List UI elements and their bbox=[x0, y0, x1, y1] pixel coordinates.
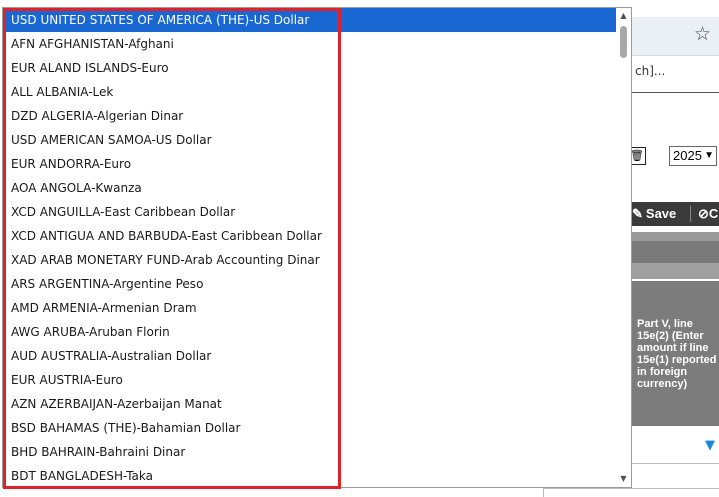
dropdown-option[interactable]: AZN AZERBAIJAN-Azerbaijan Manat bbox=[3, 392, 617, 416]
dropdown-option[interactable]: AWG ARUBA-Aruban Florin bbox=[3, 320, 617, 344]
scroll-thumb[interactable] bbox=[620, 26, 627, 58]
filter-icon[interactable]: ▼ bbox=[705, 438, 715, 453]
divider bbox=[632, 92, 719, 93]
divider bbox=[632, 463, 719, 464]
cancel-icon: ⊘ bbox=[698, 206, 709, 221]
dropdown-option[interactable]: EUR ALAND ISLANDS-Euro bbox=[3, 56, 617, 80]
dropdown-option[interactable]: AUD AUSTRALIA-Australian Dollar bbox=[3, 344, 617, 368]
table-band bbox=[632, 263, 719, 279]
dropdown-option[interactable]: XCD ANTIGUA AND BARBUDA-East Caribbean D… bbox=[3, 224, 617, 248]
dropdown-option[interactable]: XAD ARAB MONETARY FUND-Arab Accounting D… bbox=[3, 248, 617, 272]
scroll-down-arrow-icon[interactable]: ▼ bbox=[616, 472, 631, 486]
save-button[interactable]: ✎ Save bbox=[632, 202, 676, 226]
dropdown-option[interactable]: AFN AFGHANISTAN-Afghani bbox=[3, 32, 617, 56]
table-band bbox=[632, 241, 719, 263]
dropdown-option[interactable]: ALL ALBANIA-Lek bbox=[3, 80, 617, 104]
toolbar-separator bbox=[690, 206, 691, 222]
options-list: USD UNITED STATES OF AMERICA (THE)-US Do… bbox=[3, 8, 617, 487]
dropdown-option[interactable]: BSD BAHAMAS (THE)-Bahamian Dollar bbox=[3, 416, 617, 440]
chevron-down-icon: ▼ bbox=[704, 150, 714, 161]
dropdown-option-selected[interactable]: USD UNITED STATES OF AMERICA (THE)-US Do… bbox=[3, 8, 617, 32]
dropdown-option[interactable]: XCD ANGUILLA-East Caribbean Dollar bbox=[3, 200, 617, 224]
edit-icon: ✎ bbox=[632, 206, 643, 221]
scrollbar[interactable]: ▲ ▼ bbox=[616, 8, 631, 487]
scroll-up-arrow-icon[interactable]: ▲ bbox=[616, 9, 631, 23]
star-icon[interactable]: ☆ bbox=[694, 23, 711, 45]
dropdown-option[interactable]: EUR AUSTRIA-Euro bbox=[3, 368, 617, 392]
dropdown-option[interactable]: AOA ANGOLA-Kwanza bbox=[3, 176, 617, 200]
dropdown-option[interactable]: ARS ARGENTINA-Argentine Peso bbox=[3, 272, 617, 296]
dropdown-option[interactable]: BDT BANGLADESH-Taka bbox=[3, 464, 617, 487]
background-top-strip bbox=[632, 0, 719, 16]
currency-dropdown-list[interactable]: USD UNITED STATES OF AMERICA (THE)-US Do… bbox=[2, 7, 632, 488]
dropdown-option[interactable]: DZD ALGERIA-Algerian Dinar bbox=[3, 104, 617, 128]
cancel-button[interactable]: ⊘C bbox=[698, 202, 718, 226]
dropdown-option[interactable]: BHD BAHRAIN-Bahraini Dinar bbox=[3, 440, 617, 464]
browser-toolbar: ☆ bbox=[632, 17, 719, 56]
table-band bbox=[632, 232, 719, 241]
year-select[interactable]: 2025 ▼ bbox=[669, 146, 717, 166]
dropdown-option[interactable]: AMD ARMENIA-Armenian Dram bbox=[3, 296, 617, 320]
dropdown-option[interactable]: USD AMERICAN SAMOA-US Dollar bbox=[3, 128, 617, 152]
dropdown-option[interactable]: EUR ANDORRA-Euro bbox=[3, 152, 617, 176]
column-header-text: Part V, line 15e(2) (Enter amount if lin… bbox=[637, 318, 717, 390]
search-hint-text: ch]... bbox=[635, 64, 666, 78]
